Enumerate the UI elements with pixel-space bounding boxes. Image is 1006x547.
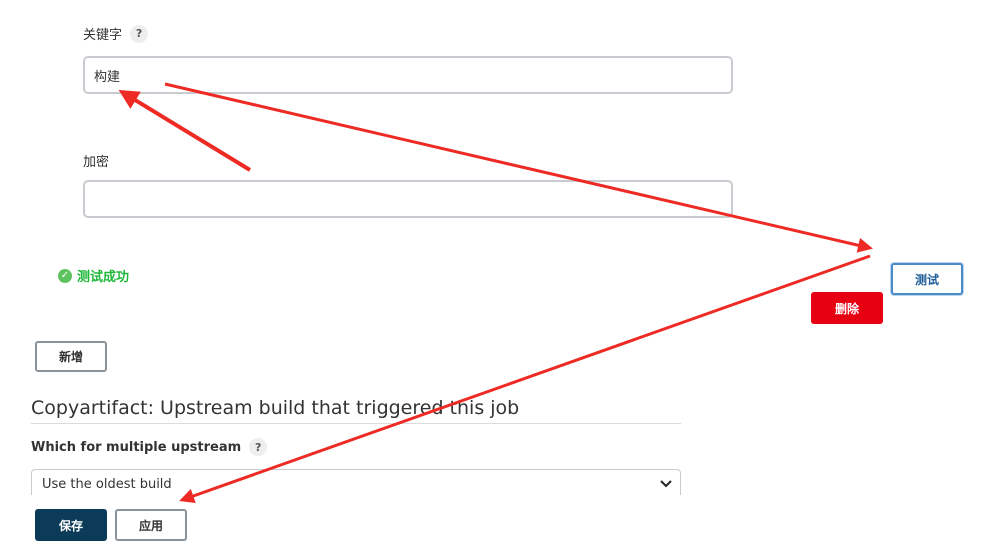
- keyword-label: 关键字: [83, 28, 123, 43]
- add-button[interactable]: 新增: [35, 341, 107, 372]
- encryption-label: 加密: [83, 155, 110, 170]
- multiple-upstream-label: Which for multiple upstream: [31, 439, 242, 455]
- test-button[interactable]: 测试: [891, 263, 963, 295]
- keyword-input[interactable]: [83, 56, 733, 94]
- multiple-upstream-selected: Use the oldest build: [42, 476, 172, 492]
- test-success-status: ✓ 测试成功: [58, 266, 129, 285]
- arrow-keyword-to-test: [164, 82, 873, 253]
- arrow-to-keyword: [118, 89, 252, 172]
- encryption-input[interactable]: [83, 180, 733, 218]
- apply-button[interactable]: 应用: [115, 509, 187, 541]
- check-circle-icon: ✓: [58, 268, 72, 283]
- test-success-text: 测试成功: [77, 270, 130, 285]
- save-button[interactable]: 保存: [35, 509, 107, 541]
- multiple-upstream-help-icon[interactable]: ?: [249, 438, 268, 456]
- section-divider: [31, 423, 681, 424]
- copyartifact-section-title: Copyartifact: Upstream build that trigge…: [31, 397, 520, 419]
- arrow-test-to-save: [179, 254, 871, 504]
- chevron-down-icon: [660, 477, 672, 492]
- delete-button[interactable]: 删除: [811, 292, 883, 324]
- keyword-help-icon[interactable]: ?: [130, 24, 149, 43]
